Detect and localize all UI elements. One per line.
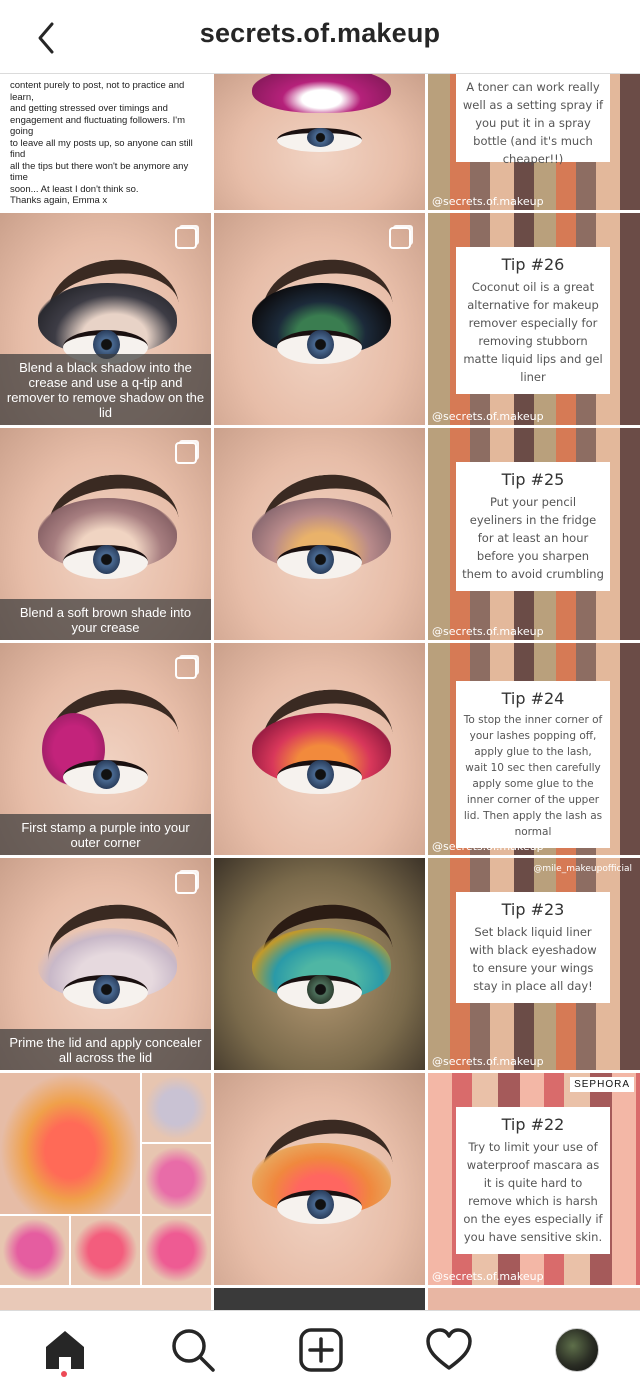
profile-header: secrets.of.makeup [0, 0, 640, 74]
text-post-line: content purely to post, not to practice … [10, 80, 185, 103]
watermark-text: @secrets.of.makeup [432, 195, 544, 208]
grid-post-tutorial[interactable]: Blend a soft brown shade into your creas… [0, 428, 211, 640]
grid-post-partial[interactable] [214, 1288, 425, 1310]
tip-text: Put your pencil eyeliners in the fridge … [462, 495, 604, 581]
carousel-icon [175, 227, 197, 249]
post-grid: content purely to post, not to practice … [0, 74, 640, 1310]
step-caption: First stamp a purple into your outer cor… [0, 814, 211, 855]
step-caption: Blend a soft brown shade into your creas… [0, 599, 211, 640]
grid-post-photo[interactable] [214, 643, 425, 855]
tip-text: A toner can work really well as a settin… [462, 80, 604, 166]
tip-text: To stop the inner corner of your lashes … [463, 714, 603, 838]
grid-post-photo[interactable] [214, 858, 425, 1070]
post-photo [214, 74, 425, 210]
grid-post-tip[interactable]: Tip #25 Put your pencil eyeliners in the… [428, 428, 640, 640]
post-photo [214, 1073, 425, 1285]
grid-post-tutorial[interactable]: Prime the lid and apply concealer all ac… [0, 858, 211, 1070]
brand-tag: SEPHORA [570, 1077, 634, 1092]
carousel-icon [175, 442, 197, 464]
tip-text: Coconut oil is a great alternative for m… [463, 280, 603, 384]
grid-post-tip[interactable]: Tip #23 Set black liquid liner with blac… [428, 858, 640, 1070]
carousel-icon [175, 872, 197, 894]
tip-card: Tip #22 Try to limit your use of waterpr… [456, 1107, 610, 1254]
search-icon[interactable] [168, 1325, 218, 1375]
tip-card: Tip #25 Put your pencil eyeliners in the… [456, 462, 610, 591]
grid-post-partial[interactable] [428, 1288, 640, 1310]
watermark-text: @secrets.of.makeup [432, 1270, 544, 1283]
text-post-line: to leave all my posts up, so anyone can … [10, 137, 193, 161]
grid-post-photo[interactable] [214, 1073, 425, 1285]
tip-title: Tip #26 [501, 255, 565, 274]
tip-title: Tip #24 [501, 689, 565, 708]
tip-card: A toner can work really well as a settin… [456, 74, 610, 166]
text-post-line: soon... At least I don't think so. [10, 183, 139, 195]
post-photo [214, 643, 425, 855]
post-photo [214, 428, 425, 640]
grid-post-tip[interactable]: A toner can work really well as a settin… [428, 74, 640, 210]
profile-avatar[interactable] [555, 1328, 599, 1372]
step-caption: Blend a black shadow into the crease and… [0, 354, 211, 425]
bottom-navigation [0, 1310, 640, 1386]
grid-post-tip[interactable]: Tip #26 Coconut oil is a great alternati… [428, 213, 640, 425]
post-photo [214, 858, 425, 1070]
carousel-icon [389, 227, 411, 249]
profile-username: secrets.of.makeup [199, 18, 441, 48]
text-post-line: engagement and fluctuating followers. I'… [10, 114, 186, 138]
grid-post-collage[interactable] [0, 1073, 211, 1285]
grid-post-photo[interactable] [214, 428, 425, 640]
home-icon[interactable] [40, 1325, 90, 1375]
activity-heart-icon[interactable] [424, 1325, 474, 1375]
step-caption: Prime the lid and apply concealer all ac… [0, 1029, 211, 1070]
photo-credit-tag: @mile_makeupofficial [533, 864, 632, 874]
tip-text: Try to limit your use of waterproof masc… [463, 1140, 603, 1244]
new-post-icon[interactable] [296, 1325, 346, 1375]
text-post-line: Thanks again, Emma x [10, 195, 108, 206]
tip-card: Tip #23 Set black liquid liner with blac… [456, 892, 610, 1003]
active-tab-indicator [61, 1371, 67, 1377]
tip-card: Tip #24 To stop the inner corner of your… [456, 681, 610, 848]
tip-text: Set black liquid liner with black eyesha… [469, 925, 597, 993]
tip-title: Tip #23 [501, 900, 565, 919]
grid-post-photo[interactable] [214, 74, 425, 210]
carousel-icon [175, 657, 197, 679]
text-post-line: all the tips but there won't be anymore … [10, 160, 189, 184]
watermark-text: @secrets.of.makeup [432, 1055, 544, 1068]
watermark-text: @secrets.of.makeup [432, 840, 544, 853]
watermark-text: @secrets.of.makeup [432, 625, 544, 638]
grid-post-text[interactable]: content purely to post, not to practice … [0, 74, 211, 210]
grid-post-partial[interactable] [0, 1288, 211, 1310]
tip-card: Tip #26 Coconut oil is a great alternati… [456, 247, 610, 394]
grid-post-tip[interactable]: SEPHORA Tip #22 Try to limit your use of… [428, 1073, 640, 1285]
tip-title: Tip #22 [501, 1115, 565, 1134]
grid-post-photo[interactable] [214, 213, 425, 425]
grid-post-tutorial[interactable]: First stamp a purple into your outer cor… [0, 643, 211, 855]
text-post-line: and getting stressed over timings and [10, 103, 168, 114]
tip-title: Tip #25 [501, 470, 565, 489]
post-photo [0, 1073, 211, 1285]
grid-post-tutorial[interactable]: Blend a black shadow into the crease and… [0, 213, 211, 425]
watermark-text: @secrets.of.makeup [432, 410, 544, 423]
grid-post-tip[interactable]: Tip #24 To stop the inner corner of your… [428, 643, 640, 855]
